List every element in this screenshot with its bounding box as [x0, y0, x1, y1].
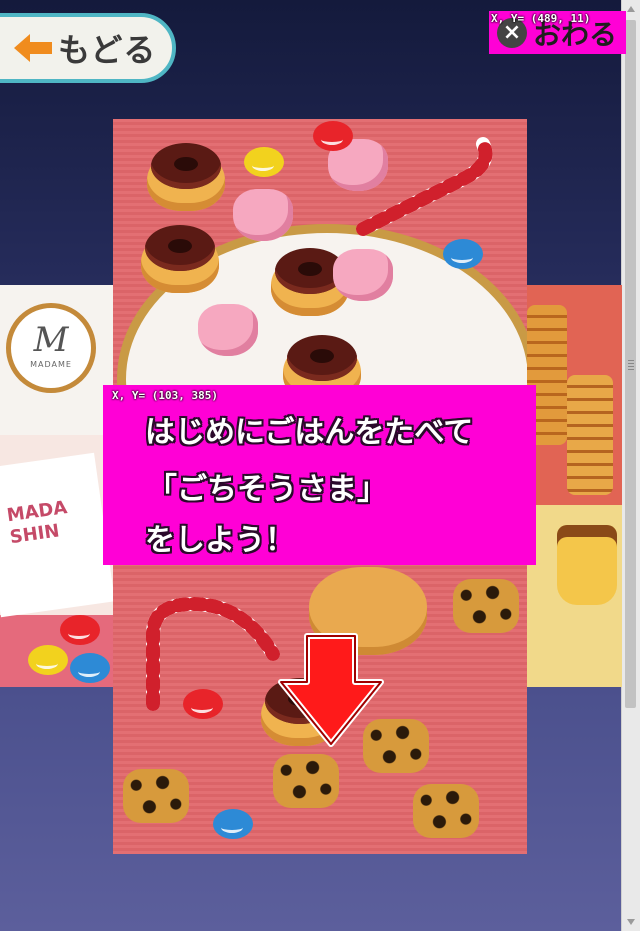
instruction-line-1: はじめにごはんをたべて — [145, 415, 474, 450]
candy-red — [60, 615, 100, 645]
leopard-candy — [413, 784, 479, 838]
brand-text: MADA SHIN — [5, 497, 69, 549]
logo-letter: M — [33, 320, 69, 360]
leopard-candy — [123, 769, 189, 823]
heart-cookie — [198, 304, 258, 356]
next-item-panel[interactable] — [527, 285, 622, 687]
candy-yellow — [244, 147, 284, 177]
scroll-down-arrow-icon[interactable] — [627, 919, 635, 925]
logo-text: MADAME — [30, 360, 72, 369]
exit-coordinate-label: X, Y= (489, 11) — [491, 12, 591, 25]
scroll-up-arrow-icon[interactable] — [627, 6, 635, 12]
back-button-label: もどる — [58, 31, 157, 69]
instruction-line-2: 「ごちそうさま」 — [147, 472, 387, 507]
down-arrow-icon — [278, 633, 384, 747]
instruction-box: はじめにごはんをたべて 「ごちそうさま」 をしよう！ — [103, 385, 536, 565]
candy-yellow — [28, 645, 68, 675]
instruction-line-3: をしよう！ — [145, 523, 295, 558]
candy-blue — [70, 653, 110, 683]
previous-item-panel[interactable]: M MADAME MADA SHIN — [0, 285, 113, 687]
candy-red — [313, 121, 353, 151]
leopard-candy — [273, 754, 339, 808]
candy-cane — [356, 137, 493, 236]
heart-cookie — [333, 249, 393, 301]
heart-cookie — [233, 189, 293, 241]
candy-cane — [146, 596, 280, 711]
leopard-candy — [453, 579, 519, 633]
back-button[interactable]: もどる — [0, 13, 176, 83]
pudding — [557, 525, 617, 605]
madame-logo: M MADAME — [6, 303, 96, 393]
donut — [141, 225, 219, 293]
instruction-coordinate-label: X, Y= (103, 385) — [112, 389, 218, 402]
scrollbar-grip-icon — [628, 360, 634, 370]
left-arrow-icon — [14, 34, 52, 62]
candy-blue — [443, 239, 483, 269]
candy-blue — [213, 809, 253, 839]
scrollbar[interactable] — [621, 0, 640, 931]
pancake-stack-2 — [567, 375, 613, 495]
donut — [147, 143, 225, 211]
brand-card: MADA SHIN — [0, 452, 113, 618]
